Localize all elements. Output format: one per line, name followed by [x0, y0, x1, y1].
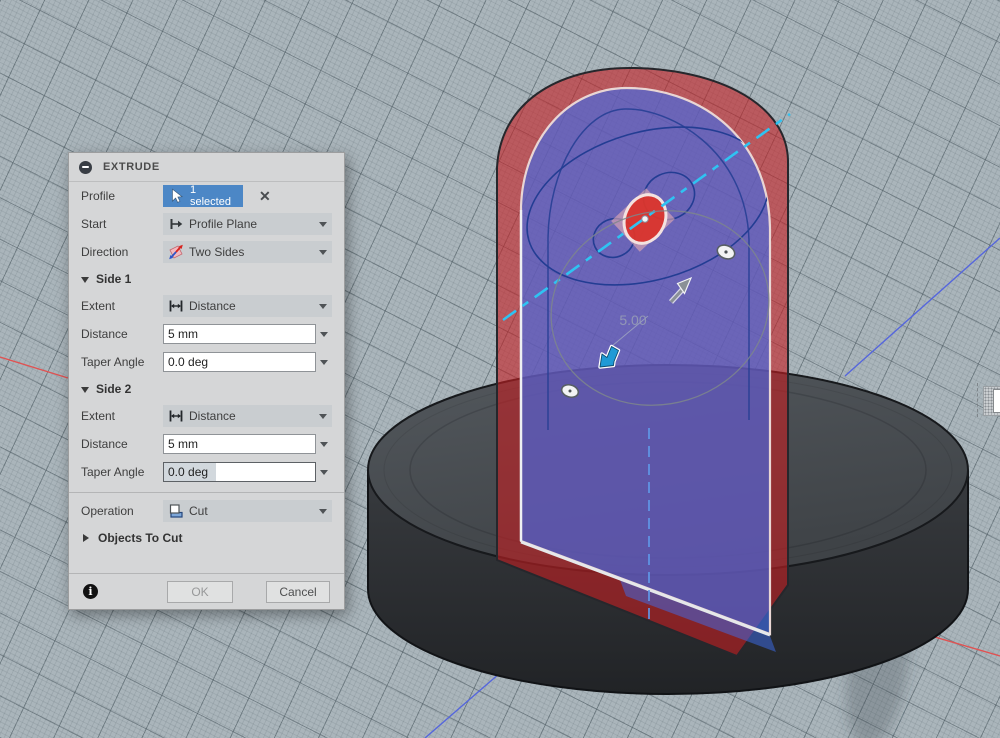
dialog-title: EXTRUDE: [103, 161, 160, 173]
side2-extent-dropdown[interactable]: Distance: [163, 405, 332, 427]
objects-to-cut-label: Objects To Cut: [98, 531, 183, 545]
cancel-button[interactable]: Cancel: [266, 580, 330, 603]
ok-button[interactable]: OK: [167, 580, 233, 603]
profile-selected-button[interactable]: 1 selected: [163, 184, 243, 208]
two-sides-icon: [169, 244, 183, 260]
profile-plane-icon: [170, 219, 183, 229]
side1-extent-row: Extent Distance: [69, 292, 344, 320]
extrude-dialog: EXTRUDE Profile 1 selected ✕ Start Profi…: [68, 152, 345, 610]
chevron-down-icon: [319, 413, 327, 423]
distance-extent-icon: [169, 410, 183, 422]
chevron-down-icon: [319, 221, 327, 231]
objects-to-cut-header[interactable]: Objects To Cut: [69, 525, 344, 551]
side2-section-header[interactable]: Side 2: [69, 376, 344, 402]
chevron-down-icon: [319, 508, 327, 518]
dialog-header[interactable]: EXTRUDE: [69, 153, 344, 182]
side2-distance-row: Distance: [69, 430, 344, 458]
dialog-grip-icon[interactable]: [79, 160, 92, 174]
operation-row: Operation Cut: [69, 497, 344, 525]
floating-input-leader: [977, 383, 978, 417]
y-axis-lower-segment: [424, 672, 501, 738]
profile-label: Profile: [81, 189, 116, 203]
floating-distance-input[interactable]: [983, 386, 1000, 416]
cad-viewport[interactable]: 5.00 EXTRUDE Profile 1 selected ✕ Start …: [0, 0, 1000, 738]
chevron-down-icon[interactable]: [320, 359, 328, 369]
dialog-footer: i OK Cancel: [69, 573, 344, 609]
profile-selected-count: 1 selected: [190, 184, 231, 208]
info-icon[interactable]: i: [83, 584, 98, 599]
start-label: Start: [81, 217, 107, 231]
distance-label: Distance: [81, 327, 128, 341]
direction-row: Direction Two Sides: [69, 238, 344, 266]
start-row: Start Profile Plane: [69, 210, 344, 238]
direction-label: Direction: [81, 245, 129, 259]
collapse-triangle-icon: [81, 276, 89, 287]
side2-distance-input[interactable]: [163, 434, 316, 454]
section-divider: [69, 492, 344, 493]
side1-extent-value: Distance: [189, 299, 236, 313]
side1-taper-input[interactable]: [163, 352, 316, 372]
floating-input-field[interactable]: [993, 389, 1000, 413]
profile-row: Profile 1 selected ✕: [69, 182, 344, 210]
distance-dimension-label: 5.00: [619, 312, 646, 328]
operation-value: Cut: [189, 504, 208, 518]
chevron-down-icon[interactable]: [320, 469, 328, 479]
distance-label: Distance: [81, 437, 128, 451]
collapse-triangle-icon: [81, 386, 89, 397]
side1-distance-row: Distance: [69, 320, 344, 348]
sketch-center-point[interactable]: [641, 215, 649, 223]
side1-taper-row: Taper Angle: [69, 348, 344, 376]
side1-distance-input[interactable]: [163, 324, 316, 344]
side2-extent-value: Distance: [189, 409, 236, 423]
direction-value: Two Sides: [189, 245, 245, 259]
chevron-down-icon[interactable]: [320, 441, 328, 451]
cursor-icon: [172, 188, 184, 203]
cut-operation-icon: [169, 504, 183, 518]
expand-triangle-icon: [83, 534, 93, 542]
extent-label: Extent: [81, 299, 116, 313]
side1-section-header[interactable]: Side 1: [69, 266, 344, 292]
side2-header-label: Side 2: [96, 382, 132, 396]
start-dropdown[interactable]: Profile Plane: [163, 213, 332, 235]
sketch-face-blue[interactable]: [519, 86, 772, 636]
side2-taper-input[interactable]: [163, 462, 316, 482]
chevron-down-icon: [319, 249, 327, 259]
clear-selection-icon[interactable]: ✕: [259, 188, 271, 205]
direction-dropdown[interactable]: Two Sides: [163, 241, 332, 263]
taper-angle-label: Taper Angle: [81, 465, 145, 479]
operation-label: Operation: [81, 504, 134, 518]
chevron-down-icon: [319, 303, 327, 313]
x-axis-left-segment: [0, 356, 69, 379]
side2-taper-row: Taper Angle: [69, 458, 344, 486]
distance-extent-icon: [169, 300, 183, 312]
side2-extent-row: Extent Distance: [69, 402, 344, 430]
start-value: Profile Plane: [189, 217, 258, 231]
side1-header-label: Side 1: [96, 272, 132, 286]
y-axis-upper-segment: [844, 237, 1000, 377]
operation-dropdown[interactable]: Cut: [163, 500, 332, 522]
chevron-down-icon[interactable]: [320, 331, 328, 341]
extent-label: Extent: [81, 409, 116, 423]
side1-extent-dropdown[interactable]: Distance: [163, 295, 332, 317]
taper-angle-label: Taper Angle: [81, 355, 145, 369]
